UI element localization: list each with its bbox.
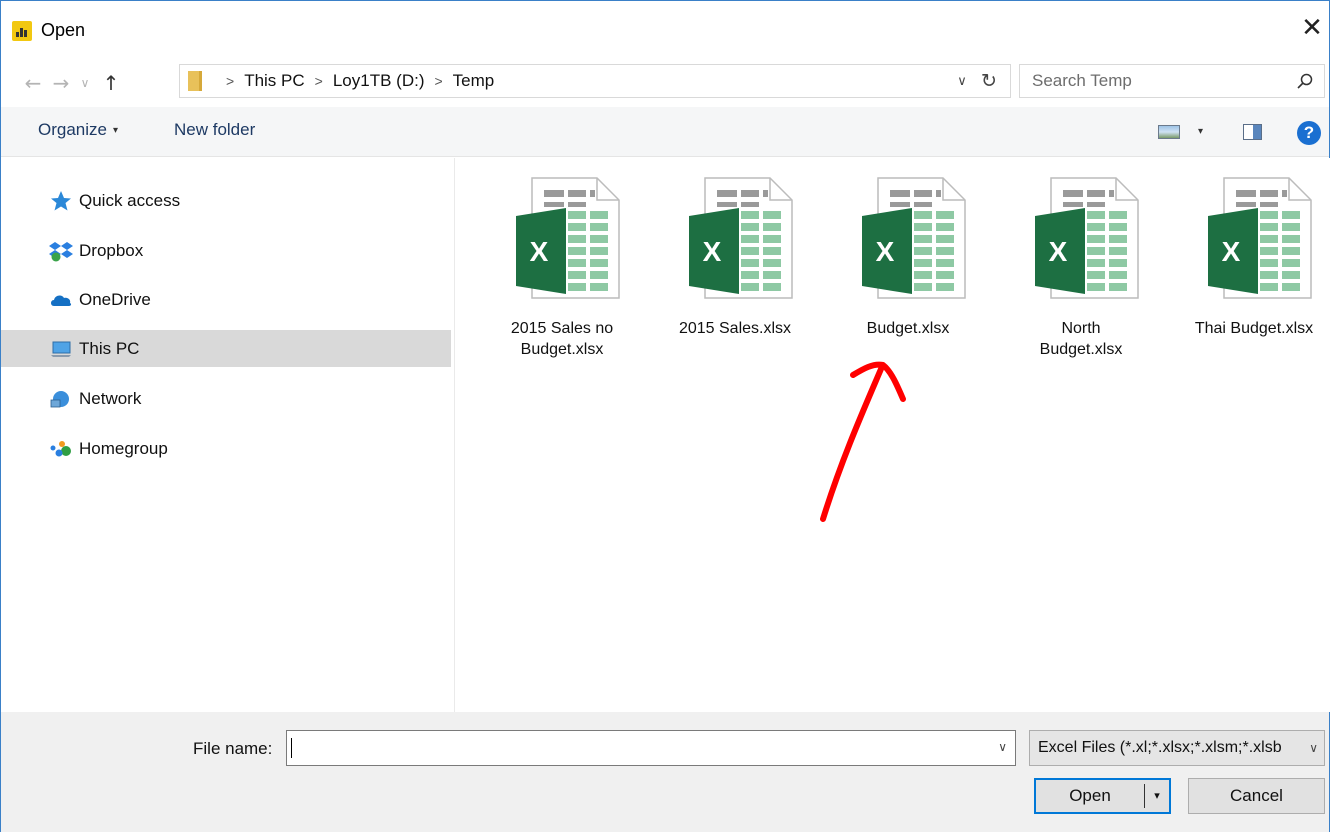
preview-pane-icon[interactable] xyxy=(1243,124,1262,140)
split-divider xyxy=(1144,784,1145,808)
sidebar-item-network[interactable]: Network xyxy=(1,380,451,417)
open-file-dialog: Open ✕ ← → ∨ ↑ > This PC > Loy1TB (D:) >… xyxy=(0,0,1330,832)
file-name-dropdown[interactable]: ∨ xyxy=(998,740,1007,754)
sidebar-item-label: This PC xyxy=(79,338,140,358)
file-name-label: Budget.xlsx xyxy=(866,320,950,337)
svg-text:X: X xyxy=(703,236,722,267)
close-button[interactable]: ✕ xyxy=(1297,13,1327,43)
file-name-label: 2015 Sales no Budget.xlsx xyxy=(510,320,614,358)
search-icon[interactable] xyxy=(1296,72,1314,90)
organize-button[interactable]: Organize ▾ xyxy=(38,120,118,140)
address-history-dropdown[interactable]: ∨ xyxy=(952,69,972,93)
dropbox-icon xyxy=(49,241,73,261)
title-bar: Open ✕ xyxy=(1,1,1329,61)
file-list: X 2015 Sales no Budget.xlsx X 2015 Sales… xyxy=(456,158,1330,712)
sidebar-item-label: Dropbox xyxy=(79,240,144,260)
change-view-icon[interactable] xyxy=(1158,125,1180,139)
file-name-label: File name: xyxy=(193,739,273,758)
file-item-2015-sales-no-budget[interactable]: X 2015 Sales no Budget.xlsx xyxy=(487,176,637,376)
sidebar-item-label: Homegroup xyxy=(79,438,168,458)
sidebar-item-homegroup[interactable]: Homegroup xyxy=(1,430,451,467)
search-input[interactable] xyxy=(1020,65,1280,97)
svg-text:X: X xyxy=(1049,236,1068,267)
new-folder-button[interactable]: New folder xyxy=(174,120,255,140)
file-item-2015-sales[interactable]: X 2015 Sales.xlsx xyxy=(660,176,810,376)
sidebar-item-label: OneDrive xyxy=(79,289,151,309)
up-one-level-button[interactable]: ↑ xyxy=(97,69,125,97)
power-bi-icon xyxy=(12,21,32,41)
file-name-label: Thai Budget.xlsx xyxy=(1194,320,1314,337)
breadcrumb: > This PC > Loy1TB (D:) > Temp xyxy=(216,65,494,97)
file-name-input[interactable] xyxy=(287,731,977,765)
breadcrumb-separator[interactable]: > xyxy=(434,73,442,89)
breadcrumb-separator[interactable]: > xyxy=(315,73,323,89)
refresh-button[interactable]: ↻ xyxy=(976,69,1002,93)
svg-text:X: X xyxy=(530,236,549,267)
address-row: ← → ∨ ↑ > This PC > Loy1TB (D:) > Temp ∨… xyxy=(1,61,1329,107)
file-name-combobox[interactable]: ∨ xyxy=(286,730,1016,766)
computer-icon xyxy=(51,341,71,357)
sidebar-item-quick-access[interactable]: Quick access xyxy=(1,182,451,219)
sidebar-item-label: Network xyxy=(79,388,142,408)
help-icon[interactable]: ? xyxy=(1297,121,1321,145)
cloud-icon xyxy=(51,295,72,306)
text-cursor xyxy=(291,738,292,758)
file-item-north-budget[interactable]: X North Budget.xlsx xyxy=(1006,176,1156,376)
file-name-label: North Budget.xlsx xyxy=(1039,320,1123,358)
excel-file-icon: X xyxy=(689,177,793,299)
file-item-budget[interactable]: X Budget.xlsx xyxy=(833,176,983,376)
search-box xyxy=(1019,64,1325,98)
file-name-panel: File name: ∨ Excel Files (*.xl;*.xlsx;*.… xyxy=(1,712,1329,832)
excel-file-icon: X xyxy=(1208,177,1312,299)
file-item-thai-budget[interactable]: X Thai Budget.xlsx xyxy=(1179,176,1329,376)
excel-file-icon: X xyxy=(862,177,966,299)
star-icon xyxy=(51,190,71,210)
organize-label: Organize xyxy=(38,120,107,139)
file-type-filter[interactable]: Excel Files (*.xl;*.xlsx;*.xlsm;*.xlsb ∨ xyxy=(1029,730,1325,766)
breadcrumb-this-pc[interactable]: This PC xyxy=(244,71,304,91)
sidebar-item-dropbox[interactable]: Dropbox xyxy=(1,232,451,269)
excel-file-icon: X xyxy=(1035,177,1139,299)
chevron-down-icon: ∨ xyxy=(1305,731,1318,765)
command-toolbar: Organize ▾ New folder ▾ ? xyxy=(1,107,1329,157)
breadcrumb-drive[interactable]: Loy1TB (D:) xyxy=(333,71,425,91)
svg-text:X: X xyxy=(1222,236,1241,267)
network-icon xyxy=(50,390,69,407)
window-title: Open xyxy=(41,20,86,40)
sidebar-item-this-pc[interactable]: This PC xyxy=(1,330,451,367)
file-name-label: 2015 Sales.xlsx xyxy=(678,320,792,337)
view-options-dropdown[interactable]: ▾ xyxy=(1198,126,1203,137)
navigation-pane: Quick access Dropbox OneDrive This PC Ne… xyxy=(1,158,455,712)
homegroup-icon xyxy=(50,440,71,456)
forward-button[interactable]: → xyxy=(49,69,73,97)
svg-text:X: X xyxy=(876,236,895,267)
folder-icon xyxy=(188,71,202,91)
open-button-label: Open xyxy=(1069,786,1111,805)
chevron-down-icon: ▾ xyxy=(112,125,119,136)
excel-file-icon: X xyxy=(516,177,620,299)
breadcrumb-separator[interactable]: > xyxy=(226,73,234,89)
address-bar[interactable]: > This PC > Loy1TB (D:) > Temp ∨ ↻ xyxy=(179,64,1011,98)
breadcrumb-temp[interactable]: Temp xyxy=(453,71,495,91)
file-type-filter-value: Excel Files (*.xl;*.xlsx;*.xlsm;*.xlsb xyxy=(1038,739,1282,756)
sidebar-item-onedrive[interactable]: OneDrive xyxy=(1,281,451,318)
sidebar-item-label: Quick access xyxy=(79,190,181,210)
back-button[interactable]: ← xyxy=(21,69,45,97)
open-button[interactable]: Open ▾ xyxy=(1034,778,1171,814)
recent-locations-button[interactable]: ∨ xyxy=(76,69,94,97)
open-options-dropdown[interactable]: ▾ xyxy=(1148,780,1166,812)
cancel-button[interactable]: Cancel xyxy=(1188,778,1325,814)
